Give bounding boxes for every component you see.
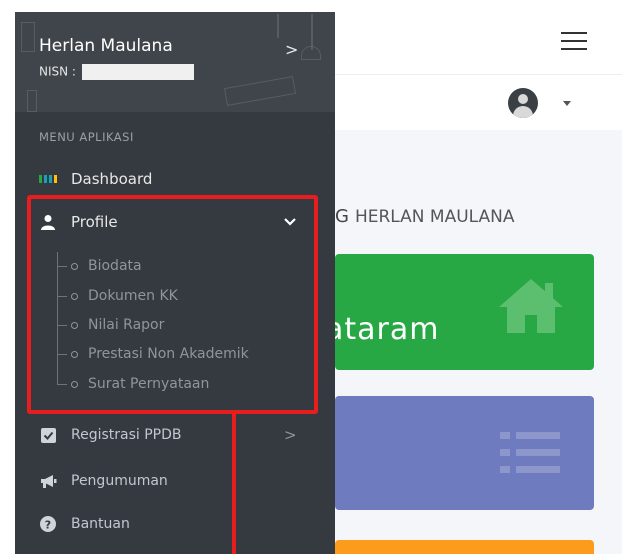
status-card[interactable] (335, 540, 594, 554)
header-decoration (277, 14, 279, 38)
user-dropdown-caret-icon[interactable] (563, 101, 571, 106)
chevron-right-icon[interactable]: > (284, 426, 297, 444)
user-nisn: NISN : (39, 64, 194, 80)
list-icon (500, 432, 560, 473)
question-circle-icon: ? (39, 515, 57, 533)
highlight-box (27, 195, 318, 414)
sidebar-item-label: Dashboard (71, 170, 153, 188)
nisn-redacted (81, 64, 194, 80)
user-name: Herlan Maulana (39, 36, 173, 56)
header-decoration (301, 46, 321, 60)
nisn-label: NISN : (39, 64, 76, 79)
user-avatar-icon[interactable] (508, 88, 538, 118)
topbar-divider (335, 74, 622, 75)
header-decoration (223, 76, 297, 106)
highlight-pointer-line (232, 414, 236, 554)
welcome-fragment: G (335, 206, 349, 227)
header-decoration (21, 22, 35, 52)
header-decoration (27, 90, 37, 112)
sidebar-item-label: Bantuan (71, 516, 130, 532)
hamburger-menu-icon[interactable] (561, 32, 587, 56)
home-icon (499, 279, 563, 333)
menu-section-title: MENU APLIKASI (39, 130, 134, 144)
check-square-icon (39, 426, 57, 444)
dashboard-grid-icon (39, 170, 57, 188)
sidebar-item-label: Registrasi PPDB (71, 427, 182, 443)
sidebar-item-registrasi[interactable]: Registrasi PPDB > (39, 426, 297, 444)
app-screen: G HERLAN MAULANA ataram Herlan Maulana NI… (0, 0, 622, 554)
welcome-name: HERLAN MAULANA (354, 207, 515, 227)
sidebar-item-pengumuman[interactable]: Pengumuman (39, 472, 168, 490)
svg-text:?: ? (45, 519, 51, 532)
bullhorn-icon (39, 472, 57, 490)
school-card-title: ataram (325, 312, 440, 347)
sidebar-item-bantuan[interactable]: ? Bantuan (39, 515, 130, 533)
chevron-right-icon[interactable]: > (285, 40, 298, 59)
sidebar-user-panel[interactable]: Herlan Maulana NISN : > (15, 12, 335, 112)
sidebar-item-label: Pengumuman (71, 473, 168, 489)
welcome-heading: G HERLAN MAULANA (335, 206, 514, 227)
sidebar-item-dashboard[interactable]: Dashboard (39, 170, 152, 188)
header-decoration (311, 14, 313, 50)
